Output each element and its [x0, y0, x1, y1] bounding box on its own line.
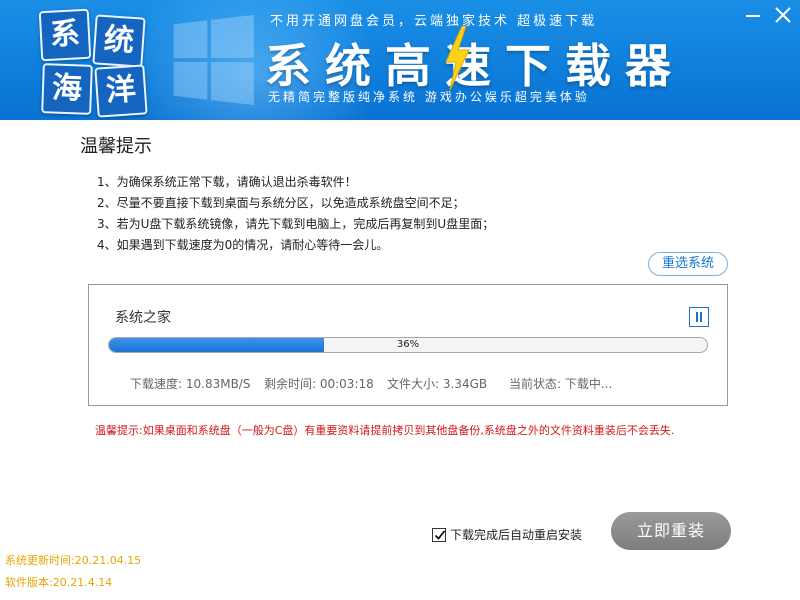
minimize-icon	[746, 15, 760, 17]
app-title: 系统高速下载器	[265, 39, 685, 93]
reselect-system-button[interactable]: 重选系统	[648, 252, 728, 276]
logo-char: 统	[92, 14, 146, 68]
download-panel: 系统之家 36% 下载速度: 10.83MB/S 剩余时间: 00:03:18 …	[88, 284, 728, 406]
reinstall-now-button[interactable]: 立即重装	[611, 512, 731, 550]
tip-item: 3、若为U盘下载系统镜像，请先下载到电脑上，完成后再复制到U盘里面；	[97, 217, 495, 231]
logo-char: 海	[41, 63, 93, 115]
minimize-button[interactable]	[740, 4, 766, 26]
checkmark-icon	[434, 530, 446, 540]
auto-restart-label: 下载完成后自动重启安装	[450, 528, 583, 542]
header-tagline-top: 不用开通网盘会员，云端独家技术 超极速下载	[270, 14, 598, 29]
remaining-time: 剩余时间: 00:03:18	[264, 377, 374, 391]
lightning-bolt-icon	[445, 26, 470, 90]
logo-char: 系	[38, 8, 92, 62]
system-update-time: 系统更新时间:20.21.04.15	[5, 554, 142, 567]
brand-logo: 系 统 海 洋	[38, 8, 148, 118]
progress-label: 36%	[396, 339, 420, 350]
close-button[interactable]	[770, 4, 796, 26]
tips-list: 1、为确保系统正常下载，请确认退出杀毒软件！ 2、尽量不要直接下载到桌面与系统分…	[97, 172, 494, 256]
download-progress-bar: 36%	[108, 337, 708, 353]
header-tagline-bottom: 无精简完整版纯净系统 游戏办公娱乐超完美体验	[268, 90, 590, 104]
close-icon	[775, 7, 791, 23]
tip-item: 2、尽量不要直接下载到桌面与系统分区，以免造成系统盘空间不足；	[97, 196, 465, 210]
auto-restart-checkbox[interactable]	[432, 528, 446, 542]
file-size: 文件大小: 3.34GB	[387, 377, 488, 391]
windows-logo-icon	[173, 14, 257, 106]
app-header: 系 统 海 洋 不用开通网盘会员，云端独家技术 超极速下载 系统高速下载器 无精…	[0, 0, 800, 120]
tip-item: 4、如果遇到下载速度为0的情况，请耐心等待一会儿。	[97, 238, 389, 252]
tip-item: 1、为确保系统正常下载，请确认退出杀毒软件！	[97, 175, 357, 189]
logo-char: 洋	[94, 64, 148, 118]
warning-text: 温馨提示:如果桌面和系统盘（一般为C盘）有重要资料请提前拷贝到其他盘备份,系统盘…	[95, 424, 675, 437]
tips-title: 温馨提示	[80, 136, 152, 157]
download-speed: 下载速度: 10.83MB/S	[130, 377, 251, 391]
pause-button[interactable]	[689, 307, 709, 327]
download-name: 系统之家	[115, 310, 171, 326]
download-status: 当前状态: 下载中...	[509, 377, 613, 391]
software-version: 软件版本:20.21.4.14	[5, 576, 113, 589]
